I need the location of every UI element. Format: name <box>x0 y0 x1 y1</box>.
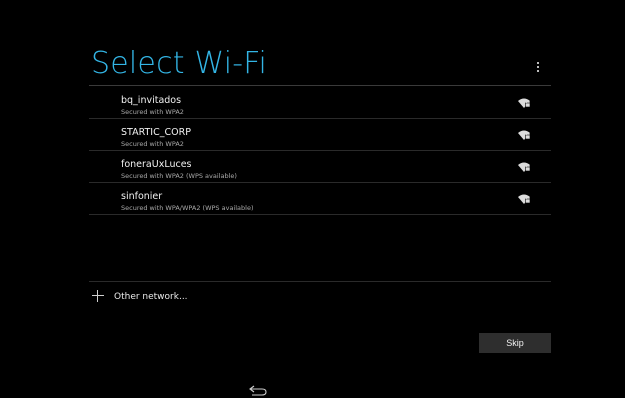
wifi-network-row[interactable]: bq_invitados Secured with WPA2 <box>89 87 551 119</box>
wifi-secured-icon <box>518 194 531 204</box>
wifi-network-list: bq_invitados Secured with WPA2 STARTIC_C… <box>89 87 551 215</box>
wifi-network-row[interactable]: STARTIC_CORP Secured with WPA2 <box>89 119 551 151</box>
network-ssid: STARTIC_CORP <box>121 127 191 138</box>
back-icon[interactable] <box>248 384 268 396</box>
other-network-divider <box>89 281 551 282</box>
network-ssid: sinfonier <box>121 191 163 202</box>
skip-button[interactable]: Skip <box>479 333 551 353</box>
wifi-secured-icon <box>518 162 531 172</box>
wifi-secured-icon <box>518 130 531 140</box>
wifi-network-row[interactable]: sinfonier Secured with WPA/WPA2 (WPS ava… <box>89 183 551 215</box>
title-divider <box>89 85 551 86</box>
wifi-network-row[interactable]: foneraUxLuces Secured with WPA2 (WPS ava… <box>89 151 551 183</box>
network-ssid: foneraUxLuces <box>121 159 192 170</box>
network-security: Secured with WPA2 <box>121 140 184 148</box>
network-ssid: bq_invitados <box>121 95 182 106</box>
network-security: Secured with WPA2 (WPS available) <box>121 172 237 180</box>
page-title: Select Wi-Fi <box>91 46 268 81</box>
network-security: Secured with WPA/WPA2 (WPS available) <box>121 204 254 212</box>
wifi-secured-icon <box>518 98 531 108</box>
other-network-button[interactable]: Other network... <box>89 288 551 306</box>
plus-icon <box>92 290 104 302</box>
other-network-label: Other network... <box>114 292 188 302</box>
network-security: Secured with WPA2 <box>121 108 184 116</box>
overflow-menu-icon[interactable] <box>531 59 545 75</box>
